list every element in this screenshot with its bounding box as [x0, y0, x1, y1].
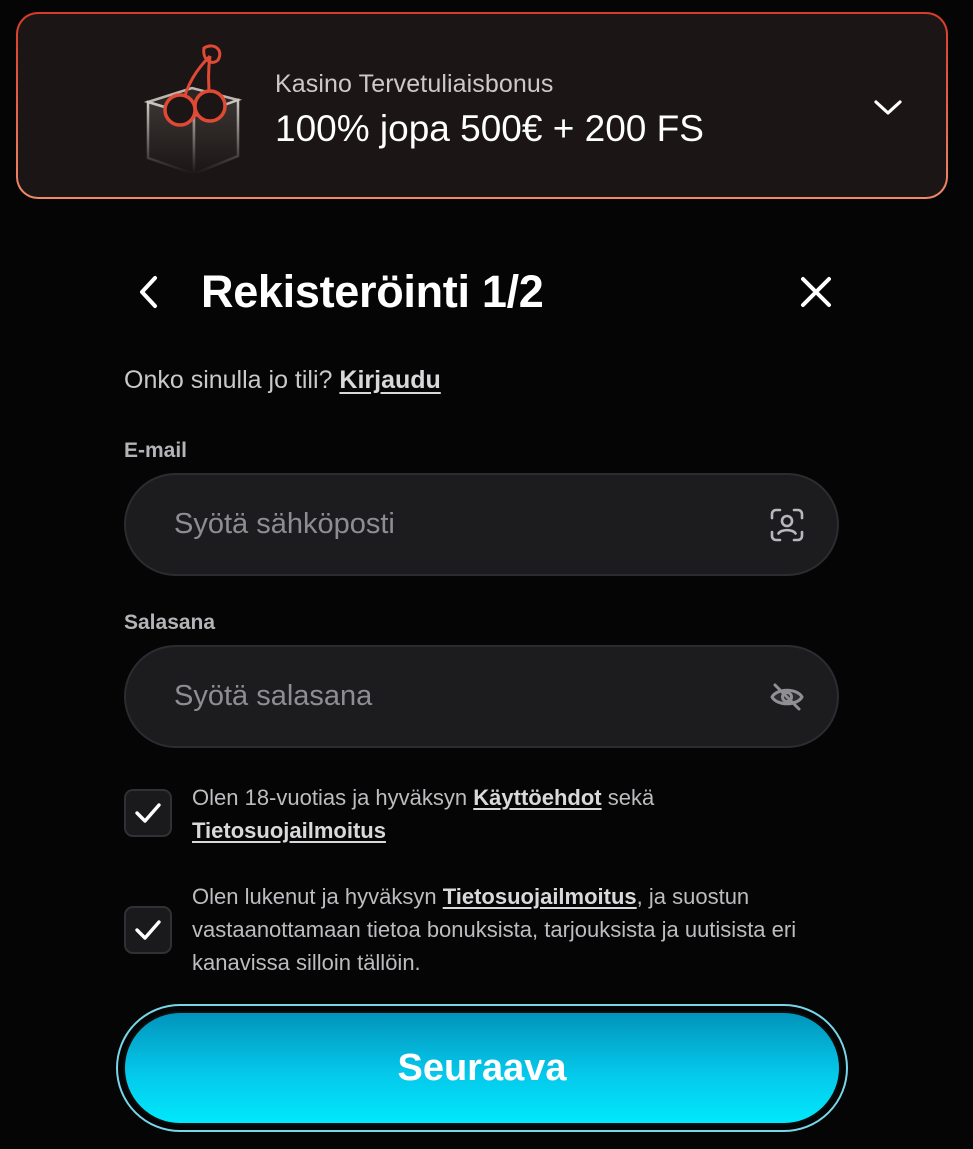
login-link[interactable]: Kirjaudu: [339, 366, 440, 394]
marketing-consent: Olen lukenut ja hyväksyn Tietosuojailmoi…: [124, 880, 844, 980]
login-prompt-text: Onko sinulla jo tili?: [124, 366, 340, 394]
marketing-consent-text: Olen lukenut ja hyväksyn Tietosuojailmoi…: [192, 880, 852, 979]
terms-consent: Olen 18-vuotias ja hyväksyn Käyttöehdot …: [124, 781, 844, 851]
bonus-title: 100% jopa 500€ + 200 FS: [275, 108, 704, 149]
cherry-box-icon: [142, 40, 246, 176]
next-button[interactable]: Seuraava: [123, 1011, 841, 1125]
close-icon: [801, 277, 831, 307]
password-field[interactable]: [174, 647, 734, 746]
welcome-bonus-banner[interactable]: Kasino Tervetuliaisbonus 100% jopa 500€ …: [16, 12, 948, 199]
terms-link[interactable]: Käyttöehdot: [473, 785, 601, 810]
email-field-wrapper: [124, 473, 839, 576]
login-prompt: Onko sinulla jo tili? Kirjaudu: [124, 366, 441, 395]
marketing-checkbox[interactable]: [124, 906, 172, 954]
face-scan-icon[interactable]: [767, 505, 807, 545]
password-label: Salasana: [124, 611, 216, 634]
consent-text: Olen 18-vuotias ja hyväksyn: [192, 785, 474, 810]
email-label: E-mail: [124, 439, 188, 462]
back-button[interactable]: [128, 270, 168, 314]
checkmark-icon: [135, 920, 161, 940]
close-button[interactable]: [794, 270, 838, 314]
chevron-down-icon[interactable]: [870, 90, 906, 126]
password-field-wrapper: [124, 645, 839, 748]
page-title: Rekisteröinti 1/2: [201, 266, 544, 317]
bonus-subtitle: Kasino Tervetuliaisbonus: [275, 70, 554, 98]
email-field[interactable]: [174, 475, 734, 574]
eye-off-icon[interactable]: [767, 677, 807, 717]
privacy-link[interactable]: Tietosuojailmoitus: [192, 818, 386, 843]
consent-text: Olen lukenut ja hyväksyn: [192, 884, 443, 909]
terms-checkbox[interactable]: [124, 789, 172, 837]
consent-text: sekä: [601, 785, 655, 810]
checkmark-icon: [135, 803, 161, 823]
registration-page: Kasino Tervetuliaisbonus 100% jopa 500€ …: [0, 0, 973, 1149]
privacy-link[interactable]: Tietosuojailmoitus: [443, 884, 637, 909]
terms-consent-text: Olen 18-vuotias ja hyväksyn Käyttöehdot …: [192, 781, 852, 847]
chevron-left-icon: [140, 276, 157, 308]
next-button-outline: Seuraava: [116, 1004, 848, 1132]
